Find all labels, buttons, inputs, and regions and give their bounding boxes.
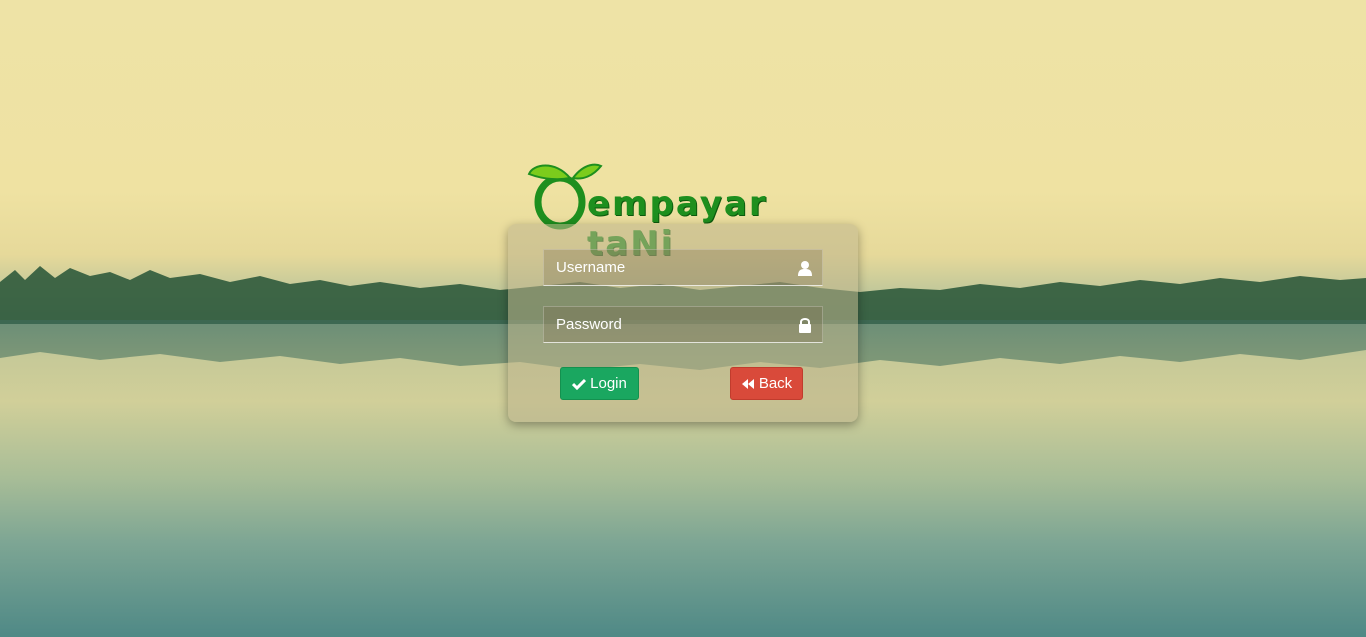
login-button[interactable]: Login xyxy=(560,367,639,400)
password-input[interactable] xyxy=(544,307,796,342)
check-icon xyxy=(572,378,587,390)
password-field xyxy=(543,306,823,343)
empayar-tani-logo: empayar taNi xyxy=(525,160,847,264)
username-field xyxy=(543,249,823,286)
lock-icon xyxy=(799,318,811,333)
back-button[interactable]: Back xyxy=(730,367,803,400)
login-panel: Login Back xyxy=(508,224,858,422)
backward-icon xyxy=(741,378,754,389)
user-icon xyxy=(798,261,812,276)
username-input[interactable] xyxy=(544,250,796,285)
login-button-label: Login xyxy=(590,375,627,392)
back-button-label: Back xyxy=(758,375,793,392)
